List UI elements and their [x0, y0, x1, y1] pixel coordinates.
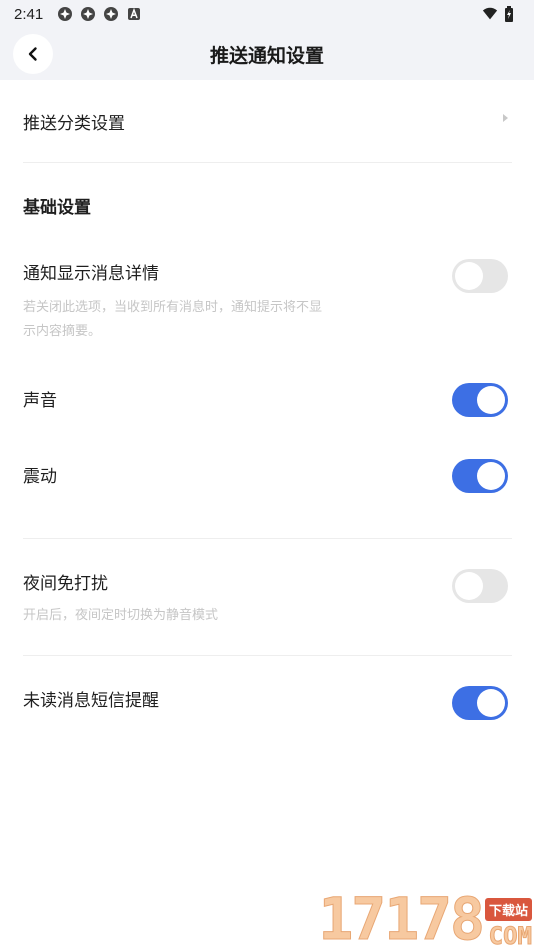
setting-sms: 未读消息短信提醒 — [23, 656, 512, 746]
detail-toggle[interactable] — [452, 259, 508, 293]
watermark-badge: 下载站 — [484, 898, 532, 921]
app-icon — [80, 6, 96, 22]
wifi-icon — [482, 6, 498, 22]
sound-toggle[interactable] — [452, 383, 508, 417]
toggle-knob — [477, 386, 505, 414]
page-title: 推送通知设置 — [209, 44, 324, 67]
notification-a-icon — [126, 6, 142, 22]
setting-vibrate-label: 震动 — [23, 467, 57, 487]
status-notification-icons — [57, 6, 142, 22]
setting-sound: 声音 — [23, 381, 512, 455]
setting-night-label: 夜间免打扰 — [23, 574, 108, 594]
battery-icon — [504, 6, 520, 22]
setting-detail: 通知显示消息详情 若关闭此选项，当收到所有消息时，通知提示将不显示内容摘要。 — [23, 247, 512, 381]
top-area: 2:41 推送通知设置 — [0, 0, 534, 80]
vibrate-toggle[interactable] — [452, 459, 508, 493]
settings-content: 推送分类设置 基础设置 通知显示消息详情 若关闭此选项，当收到所有消息时，通知提… — [0, 80, 534, 746]
watermark-side: 下载站 COM — [484, 898, 533, 950]
push-category-row[interactable]: 推送分类设置 — [23, 80, 512, 163]
section-title-basic: 基础设置 — [23, 197, 91, 218]
night-toggle[interactable] — [452, 569, 508, 603]
watermark-logo: 17178 下载站 COM — [318, 885, 533, 950]
app-icon — [103, 6, 119, 22]
status-time: 2:41 — [14, 5, 44, 23]
toggle-knob — [477, 689, 505, 717]
watermark-digits: 17178 — [318, 885, 486, 950]
setting-detail-label: 通知显示消息详情 — [23, 264, 159, 284]
toggle-knob — [455, 262, 483, 290]
push-category-label: 推送分类设置 — [23, 113, 125, 134]
toggle-knob — [477, 462, 505, 490]
status-bar: 2:41 — [0, 0, 534, 28]
back-button[interactable] — [13, 34, 53, 74]
chevron-left-icon — [28, 47, 37, 61]
setting-detail-desc: 若关闭此选项，当收到所有消息时，通知提示将不显示内容摘要。 — [23, 300, 323, 339]
app-icon — [57, 6, 73, 22]
setting-night-desc: 开启后，夜间定时切换为静音模式 — [23, 608, 219, 623]
header: 推送通知设置 — [0, 28, 534, 80]
setting-night: 夜间免打扰 开启后，夜间定时切换为静音模式 — [23, 539, 512, 655]
toggle-knob — [455, 572, 483, 600]
watermark-suffix: COM — [488, 922, 532, 950]
setting-vibrate: 震动 — [23, 455, 512, 538]
setting-sms-label: 未读消息短信提醒 — [23, 691, 159, 711]
setting-sound-label: 声音 — [23, 391, 57, 411]
status-right-icons — [482, 6, 520, 22]
sms-toggle[interactable] — [452, 686, 508, 720]
chevron-right-icon — [503, 114, 508, 122]
